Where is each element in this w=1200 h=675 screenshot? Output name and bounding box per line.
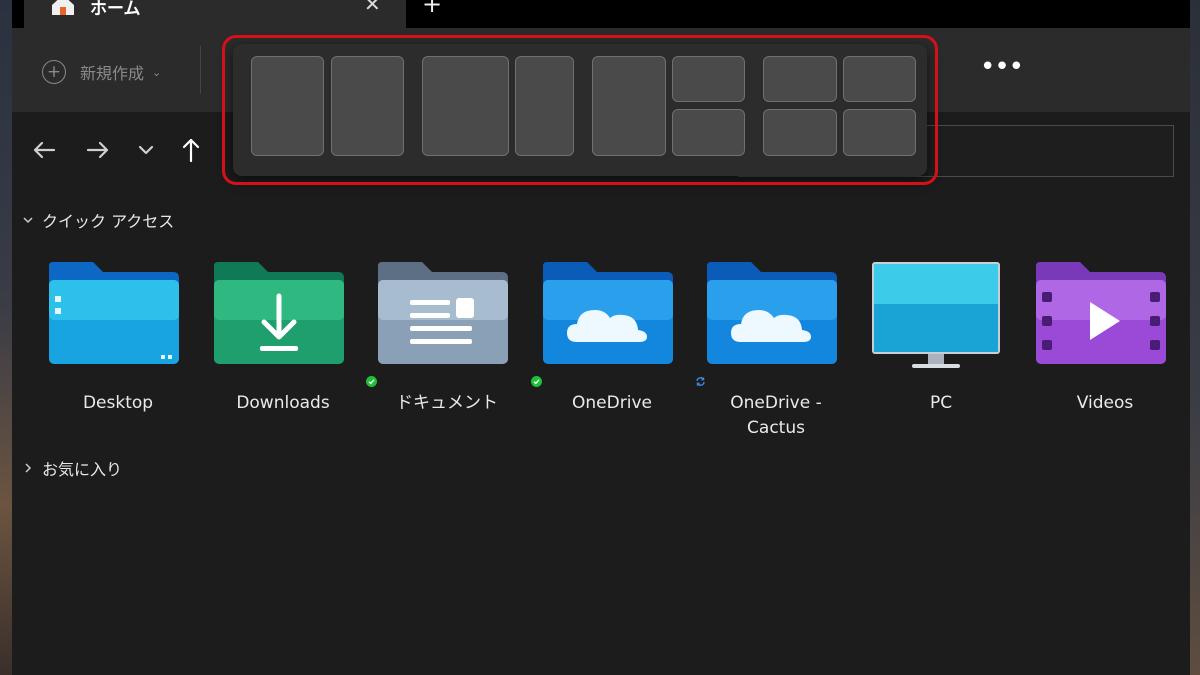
back-arrow-icon[interactable] (28, 134, 60, 166)
syncing-status-icon (696, 377, 705, 386)
plus-circle-icon: + (42, 60, 66, 84)
file-explorer-window: ホーム ✕ + + 新規作成 ⌄ ••• クイック アクセス Desktop D… (12, 0, 1190, 675)
chevron-down-icon: ⌄ (152, 65, 162, 79)
quick-access-label: クイック アクセス (42, 212, 175, 231)
desktop-folder-icon (49, 262, 179, 364)
tab-close-icon[interactable]: ✕ (364, 0, 381, 16)
toolbar-divider (200, 46, 201, 94)
favorites-label: お気に入り (42, 460, 123, 479)
desktop-background-right (1190, 0, 1200, 675)
monitor-icon (872, 262, 1000, 368)
quick-access-item-label: Downloads (236, 393, 330, 413)
new-button[interactable]: + 新規作成 ⌄ (42, 58, 161, 86)
onedrive-folder-icon (543, 262, 673, 364)
quick-access-item-label: Desktop (82, 393, 154, 413)
quick-access-item-label: OneDrive (572, 393, 652, 413)
home-icon (52, 0, 74, 15)
desktop-background-left (0, 0, 12, 675)
sync-status-icon (531, 376, 542, 387)
tab-home[interactable]: ホーム ✕ (24, 0, 406, 28)
recent-locations-chevron-icon[interactable] (130, 134, 162, 166)
tab-bar: ホーム ✕ + (12, 0, 1190, 28)
new-button-label: 新規作成 (80, 64, 145, 83)
forward-arrow-icon[interactable] (82, 134, 114, 166)
tab-title: ホーム (90, 0, 141, 19)
up-arrow-icon[interactable] (175, 134, 207, 166)
quick-access-item-label: OneDrive - Cactus (730, 393, 822, 438)
videos-folder-icon (1036, 262, 1166, 364)
downloads-folder-icon (214, 262, 344, 364)
more-options-button[interactable]: ••• (980, 52, 1024, 82)
quick-access-item-label: ドキュメント (396, 393, 498, 413)
documents-folder-icon (378, 262, 508, 364)
chevron-right-icon (25, 463, 32, 473)
onedrive-folder-icon (707, 262, 837, 364)
quick-access-item-label: Videos (1076, 393, 1134, 413)
quick-access-header[interactable]: クイック アクセス (22, 208, 174, 232)
new-tab-button[interactable]: + (422, 0, 442, 18)
sync-status-icon (366, 376, 377, 387)
chevron-down-icon (23, 217, 33, 224)
quick-access-item-label: PC (929, 393, 953, 413)
highlight-annotation (222, 35, 938, 185)
favorites-header[interactable]: お気に入り (22, 456, 122, 480)
